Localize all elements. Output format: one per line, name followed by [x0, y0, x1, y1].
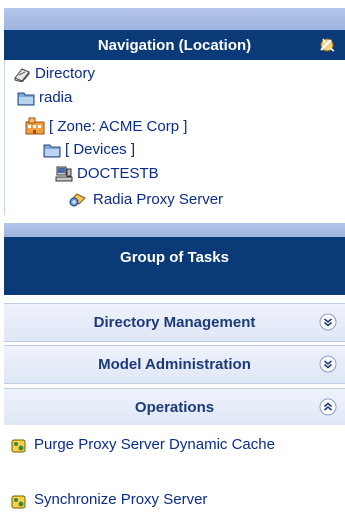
operations-content: Purge Proxy Server Dynamic Cache Synchro…	[4, 425, 345, 519]
directory-book-icon	[14, 67, 30, 82]
chevron-up-icon[interactable]	[319, 398, 337, 416]
accordion-label: Directory Management	[93, 314, 256, 331]
chevron-down-icon[interactable]	[319, 355, 337, 373]
accordion-operations[interactable]: Operations	[4, 388, 345, 427]
accordion-label: Model Administration	[98, 356, 251, 373]
zone-building-icon	[25, 117, 45, 135]
tree-node-radia-proxy-server[interactable]: Radia Proxy Server	[67, 190, 223, 208]
tree-node-label: [ Zone: ACME Corp ]	[49, 117, 188, 135]
task-gears-icon	[11, 439, 26, 453]
accordion-directory-management[interactable]: Directory Management	[4, 303, 345, 342]
group-of-tasks-header: Group of Tasks	[4, 237, 345, 295]
folder-icon	[43, 144, 61, 157]
tree-node-radia[interactable]: radia	[17, 89, 72, 106]
task-gears-icon	[11, 495, 26, 509]
tree-node-directory[interactable]: Directory	[13, 65, 95, 82]
tree-node-label: radia	[39, 89, 73, 106]
tree-node-label: Radia Proxy Server	[93, 190, 224, 208]
group-of-tasks-title: Group of Tasks	[120, 249, 229, 266]
task-label: Synchronize Proxy Server	[34, 491, 208, 508]
separator-band	[4, 223, 345, 237]
proxy-server-icon	[69, 193, 86, 207]
navigation-title: Navigation (Location)	[97, 36, 252, 54]
navigation-tree: Directory radia [ Zone: ACME Corp ] [ De…	[4, 60, 345, 215]
pin-icon[interactable]	[317, 36, 337, 54]
tree-node-doctestb[interactable]: DOCTESTB	[55, 165, 159, 182]
folder-icon	[17, 92, 35, 105]
chevron-down-icon[interactable]	[319, 313, 337, 331]
computer-icon	[55, 166, 73, 181]
tree-node-devices[interactable]: [ Devices ]	[43, 141, 135, 158]
tree-node-zone[interactable]: [ Zone: ACME Corp ]	[25, 117, 187, 135]
task-synchronize-proxy-server[interactable]: Synchronize Proxy Server	[10, 491, 340, 511]
task-purge-proxy-cache[interactable]: Purge Proxy Server Dynamic Cache	[10, 435, 340, 455]
accordion-label: Operations	[134, 399, 215, 416]
tree-node-label: [ Devices ]	[65, 141, 136, 158]
accordion-model-administration[interactable]: Model Administration	[4, 345, 345, 384]
navigation-header: Navigation (Location)	[4, 30, 345, 60]
tree-node-label: DOCTESTB	[77, 165, 159, 182]
task-label: Purge Proxy Server Dynamic Cache	[34, 436, 275, 453]
top-band	[4, 8, 345, 30]
tree-node-label: Directory	[35, 65, 96, 82]
